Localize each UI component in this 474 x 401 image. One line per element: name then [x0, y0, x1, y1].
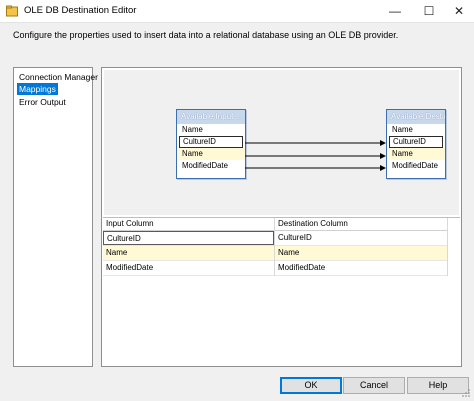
input-column-cell[interactable]: CultureID [103, 231, 274, 245]
help-button[interactable]: Help [407, 377, 469, 394]
table-row[interactable]: ModifiedDate ModifiedDate [103, 261, 447, 276]
resize-grip-icon[interactable] [461, 388, 471, 398]
diagram-canvas: Available Input ... Name CultureID Name … [104, 70, 459, 215]
window-title: OLE DB Destination Editor [24, 5, 137, 16]
nav-item-connection-manager[interactable]: Connection Manager [17, 71, 100, 83]
column-divider [447, 218, 448, 276]
destination-column-cell[interactable]: Name [275, 246, 447, 260]
input-column-cell[interactable]: Name [103, 246, 274, 260]
app-icon [6, 5, 18, 17]
maximize-button[interactable]: ☐ [414, 0, 444, 22]
mapping-grid: Input Column Destination Column CultureI… [103, 218, 460, 365]
column-divider [274, 218, 275, 276]
ok-button[interactable]: OK [280, 377, 342, 394]
dialog-footer: OK Cancel Help [0, 373, 474, 401]
grid-header: Input Column Destination Column [103, 218, 447, 231]
input-column-cell[interactable]: ModifiedDate [103, 261, 274, 275]
destination-column-header[interactable]: Destination Column [275, 218, 447, 230]
destination-column-cell[interactable]: CultureID [275, 231, 447, 245]
dialog-description: Configure the properties used to insert … [13, 30, 399, 40]
nav-item-error-output[interactable]: Error Output [17, 96, 68, 108]
table-row[interactable]: CultureID CultureID [103, 231, 447, 246]
mappings-panel: Available Input ... Name CultureID Name … [101, 67, 462, 367]
table-row[interactable]: Name Name [103, 246, 447, 261]
mapping-diagram: Available Input ... Name CultureID Name … [103, 69, 460, 218]
page-navigation-list[interactable]: Connection Manager Mappings Error Output [13, 67, 98, 367]
title-bar: OLE DB Destination Editor — ☐ ✕ [0, 0, 474, 23]
close-button[interactable]: ✕ [444, 0, 474, 22]
destination-column-cell[interactable]: ModifiedDate [275, 261, 447, 275]
maximize-icon: ☐ [423, 4, 435, 18]
minimize-button[interactable]: — [380, 0, 410, 22]
cancel-button[interactable]: Cancel [343, 377, 405, 394]
input-column-header[interactable]: Input Column [103, 218, 274, 230]
minimize-icon: — [389, 4, 401, 18]
nav-item-mappings[interactable]: Mappings [17, 83, 58, 95]
close-icon: ✕ [453, 4, 465, 18]
mapping-lines [245, 140, 386, 171]
